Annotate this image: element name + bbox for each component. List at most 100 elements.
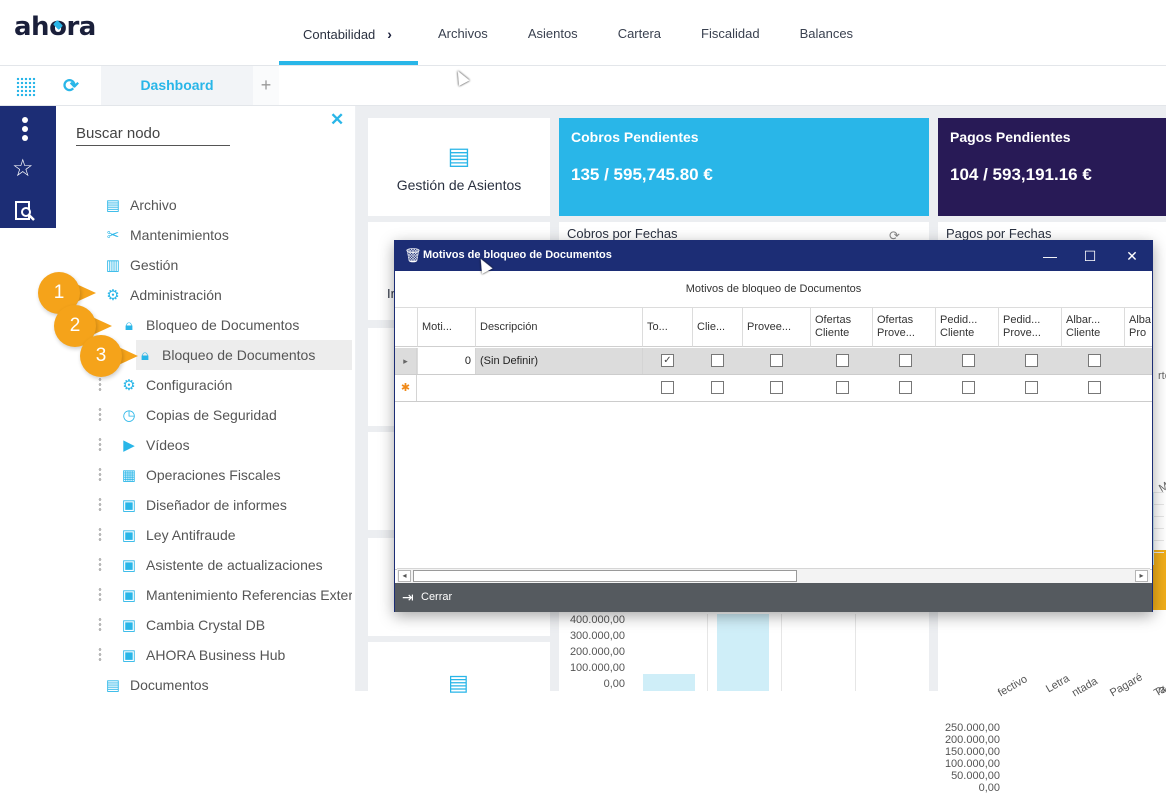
apps-grid-icon[interactable] — [16, 77, 36, 97]
checkbox-pedidos-proveedor[interactable] — [1025, 381, 1038, 394]
add-tab-button[interactable]: + — [253, 66, 279, 105]
favorites-star-icon[interactable]: ☆ — [12, 154, 34, 183]
tree-item-gestion[interactable]: ▥ Gestión — [104, 250, 178, 280]
gestion-asientos-card[interactable]: ▤ Gestión de Asientos — [368, 118, 550, 216]
col-header-albaranes-proveedor[interactable]: Alba Pro — [1125, 308, 1152, 347]
shortcut-card[interactable]: ▤ — [368, 642, 550, 702]
tree-item-label: Asistente de actualizaciones — [146, 557, 323, 573]
close-dialog-button[interactable]: Cerrar — [421, 591, 452, 603]
table-row-new[interactable]: ✱ — [395, 375, 1152, 402]
tree-item-business-hub[interactable]: ▣ AHORA Business Hub — [120, 640, 285, 670]
col-header-proveedores[interactable]: Provee... — [743, 308, 811, 347]
scroll-left-icon[interactable]: ◂ — [398, 570, 411, 582]
nav-cartera[interactable]: Cartera — [598, 0, 681, 66]
col-header-pedidos-cliente[interactable]: Pedid... Cliente — [936, 308, 999, 347]
tree-item-disenador-informes[interactable]: ▣ Diseñador de informes — [120, 490, 287, 520]
col-header-motivo[interactable]: Moti... — [418, 308, 476, 347]
col-header-albaranes-cliente[interactable]: Albar... Cliente — [1062, 308, 1125, 347]
checkbox-todos[interactable] — [661, 381, 674, 394]
tree-item-mantenimientos[interactable]: ✂ Mantenimientos — [104, 220, 229, 250]
drag-handle-icon[interactable] — [98, 497, 102, 513]
tree-item-administracion[interactable]: ⚙ Administración — [104, 280, 222, 310]
nav-balances[interactable]: Balances — [780, 0, 873, 66]
search-node-input[interactable] — [76, 122, 230, 146]
tree-item-asistente-actualizaciones[interactable]: ▣ Asistente de actualizaciones — [120, 550, 323, 580]
drag-handle-icon[interactable] — [98, 647, 102, 663]
checkbox-clientes[interactable] — [711, 381, 724, 394]
row-header-corner — [395, 308, 418, 347]
drag-handle-icon[interactable] — [98, 557, 102, 573]
horizontal-scrollbar[interactable]: ◂ ▸ — [397, 568, 1150, 583]
col-header-ofertas-cliente[interactable]: Ofertas Cliente — [811, 308, 873, 347]
cell-motivo[interactable]: 0 — [418, 348, 476, 374]
main-nav: Contabilidad › Archivos Asientos Cartera … — [279, 0, 873, 66]
clipboard-icon: ▤ — [447, 143, 471, 170]
exit-icon: ⇥ — [402, 589, 414, 605]
ahora-logo[interactable]: ahora — [14, 12, 96, 42]
checkbox-pedidos-cliente[interactable] — [962, 354, 975, 367]
drag-handle-icon[interactable] — [98, 617, 102, 633]
checkbox-albaranes-cliente[interactable] — [1088, 381, 1101, 394]
checkbox-ofertas-proveedor[interactable] — [899, 381, 912, 394]
checkbox-pedidos-proveedor[interactable] — [1025, 354, 1038, 367]
more-vertical-icon[interactable] — [22, 117, 28, 144]
checkbox-clientes[interactable] — [711, 354, 724, 367]
nav-archivos[interactable]: Archivos — [418, 0, 508, 66]
nav-fiscalidad[interactable]: Fiscalidad — [681, 0, 780, 66]
dialog-title-bar[interactable]: 🗑︎ Motivos de bloqueo de Documentos — ☐ … — [395, 241, 1152, 271]
report-icon: ▣ — [121, 587, 137, 604]
tree-item-label: Diseñador de informes — [146, 497, 287, 513]
close-icon[interactable]: ✕ — [330, 110, 344, 130]
col-header-ofertas-proveedor[interactable]: Ofertas Prove... — [873, 308, 936, 347]
nav-asientos[interactable]: Asientos — [508, 0, 598, 66]
tree-item-bloqueo-documentos[interactable]: 🔒︎ Bloqueo de Documentos — [120, 310, 299, 340]
cell-motivo[interactable] — [418, 375, 476, 401]
cell-descripcion[interactable]: (Sin Definir) — [476, 348, 643, 374]
checkbox-ofertas-proveedor[interactable] — [899, 354, 912, 367]
tree-item-archivo[interactable]: ▤ Archivo — [104, 190, 177, 220]
tree-item-referencias-externas[interactable]: ▣ Mantenimiento Referencias Externas — [120, 580, 352, 610]
checkbox-pedidos-cliente[interactable] — [962, 381, 975, 394]
tree-item-cambia-crystal[interactable]: ▣ Cambia Crystal DB — [120, 610, 265, 640]
refresh-icon[interactable]: ⟳ — [63, 75, 79, 98]
drag-handle-icon[interactable] — [98, 527, 102, 543]
pagos-pendientes-card[interactable]: Pagos Pendientes 104 / 593,191.16 € — [938, 118, 1166, 216]
checkbox-proveedores[interactable] — [770, 381, 783, 394]
checkbox-ofertas-cliente[interactable] — [836, 381, 849, 394]
search-book-icon[interactable] — [14, 200, 36, 222]
tree-item-documentos[interactable]: ▤ Documentos — [104, 670, 209, 700]
tree-item-operaciones-fiscales[interactable]: ▦ Operaciones Fiscales — [120, 460, 281, 490]
checkbox-albaranes-cliente[interactable] — [1088, 354, 1101, 367]
drag-handle-icon[interactable] — [98, 407, 102, 423]
col-header-pedidos-proveedor[interactable]: Pedid... Prove... — [999, 308, 1062, 347]
report-icon: ▣ — [121, 497, 137, 514]
dialog-title: Motivos de bloqueo de Documentos — [423, 249, 612, 261]
tree-item-label: Mantenimiento Referencias Externas — [146, 587, 352, 603]
tree-item-videos[interactable]: ▶ Vídeos — [120, 430, 189, 460]
col-header-descripcion[interactable]: Descripción — [476, 308, 643, 347]
scroll-right-icon[interactable]: ▸ — [1135, 570, 1148, 582]
maximize-button[interactable]: ☐ — [1076, 245, 1104, 267]
checkbox-proveedores[interactable] — [770, 354, 783, 367]
drag-handle-icon[interactable] — [98, 587, 102, 603]
col-header-todos[interactable]: To... — [643, 308, 693, 347]
minimize-button[interactable]: — — [1036, 245, 1064, 267]
drag-handle-icon[interactable] — [98, 377, 102, 393]
y-axis-tick: 100.000,00 — [569, 662, 625, 674]
tree-item-ley-antifraude[interactable]: ▣ Ley Antifraude — [120, 520, 236, 550]
checkbox-todos[interactable]: ✓ — [661, 354, 674, 367]
col-header-clientes[interactable]: Clie... — [693, 308, 743, 347]
callout-3: 3 — [80, 335, 144, 377]
checkbox-ofertas-cliente[interactable] — [836, 354, 849, 367]
drag-handle-icon[interactable] — [98, 467, 102, 483]
scrollbar-thumb[interactable] — [413, 570, 797, 582]
close-button[interactable]: ✕ — [1118, 245, 1146, 267]
cobros-pendientes-card[interactable]: Cobros Pendientes 135 / 595,745.80 € — [559, 118, 929, 216]
tree-item-bloqueo-documentos-selected[interactable]: 🔒︎ Bloqueo de Documentos — [136, 340, 352, 370]
table-row[interactable]: ▸ 0 (Sin Definir) ✓ — [395, 348, 1152, 375]
document-icon: ▤ — [105, 197, 121, 214]
nav-contabilidad[interactable]: Contabilidad › — [279, 0, 418, 66]
drag-handle-icon[interactable] — [98, 437, 102, 453]
tab-dashboard[interactable]: Dashboard — [101, 66, 253, 105]
tree-item-copias-seguridad[interactable]: ◷ Copias de Seguridad — [120, 400, 276, 430]
